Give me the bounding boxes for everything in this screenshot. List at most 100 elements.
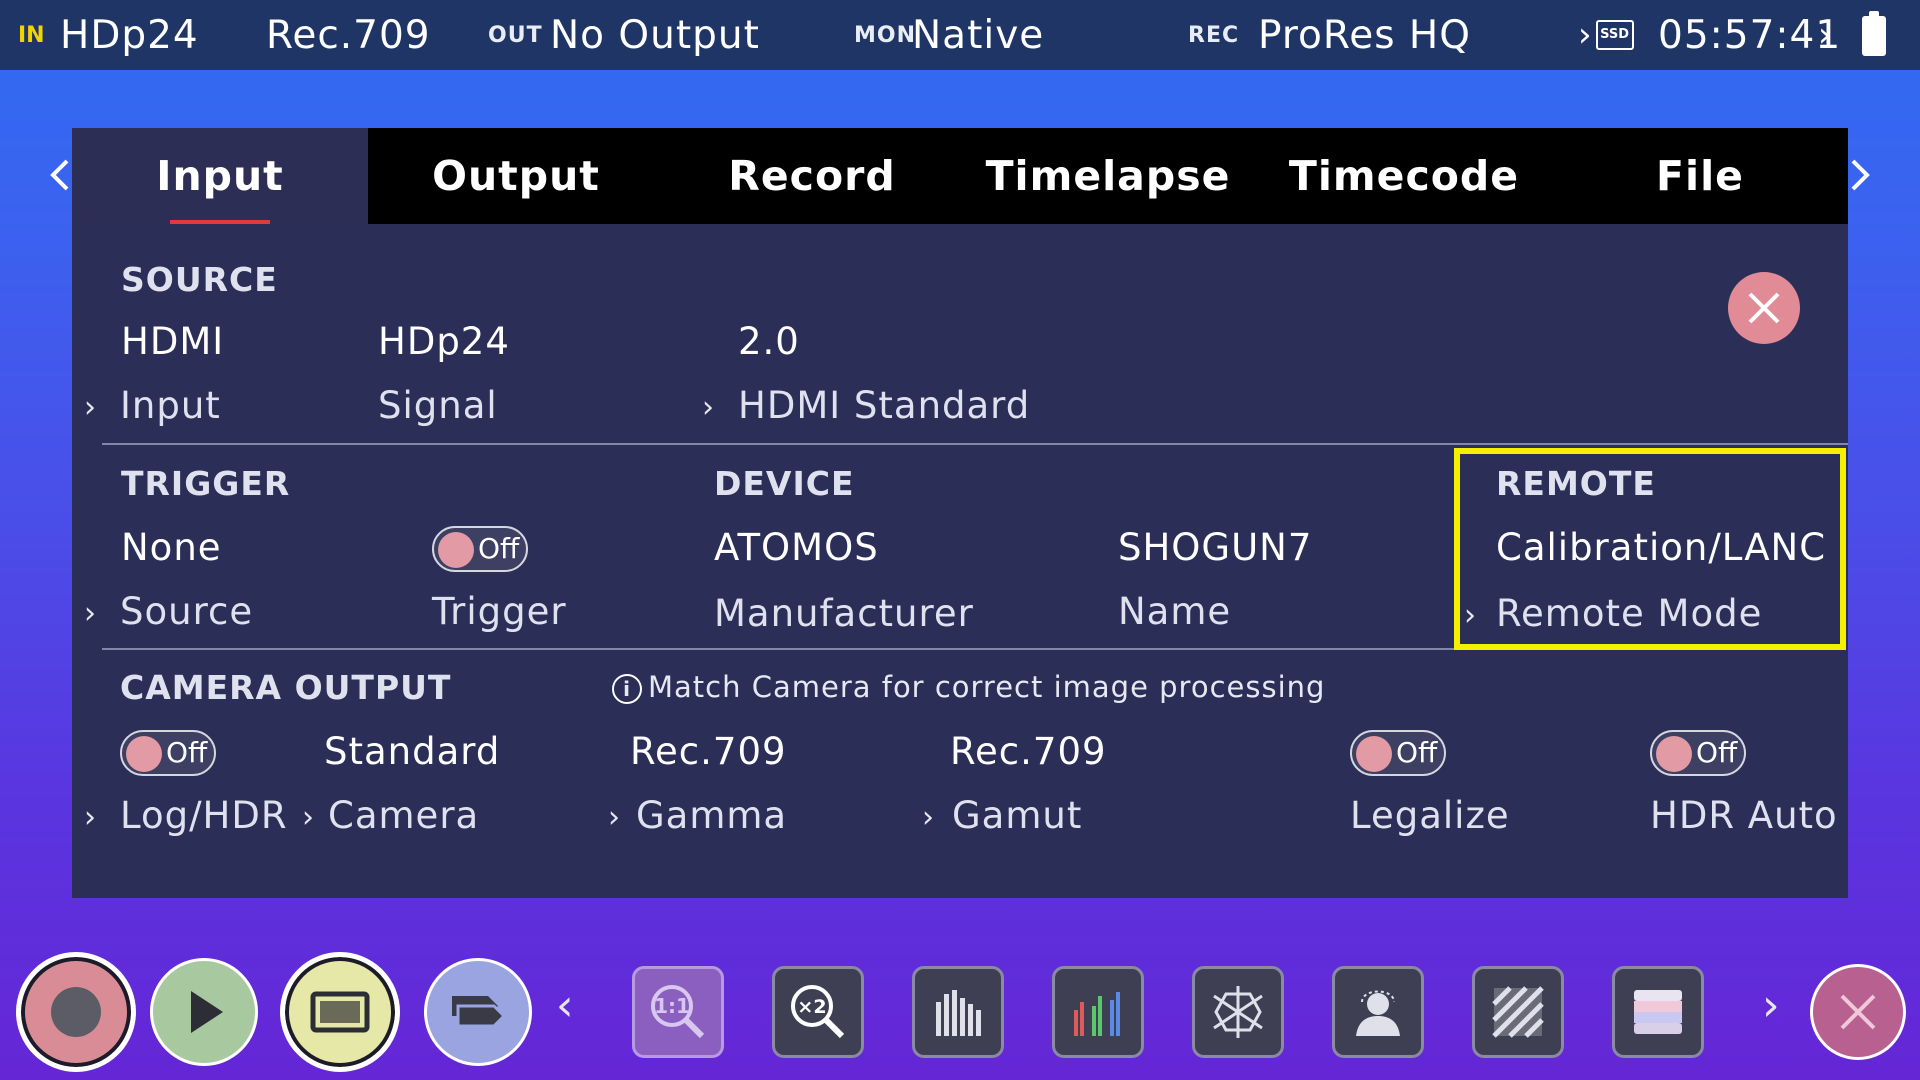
trigger-label: Trigger [432,590,567,633]
signal-label: Signal [378,384,498,427]
focus-peaking-icon [1356,990,1400,1036]
svg-text:1:1: 1:1 [654,994,690,1018]
toggle-knob [1356,736,1392,772]
input-setting-label[interactable]: Input [120,384,221,427]
trigger-title: TRIGGER [121,464,291,503]
output-label: OUT [488,22,543,48]
trigger-source-label[interactable]: Source [120,590,253,633]
input-format[interactable]: HDp24 [60,0,199,70]
vectorscope-icon [1213,986,1263,1038]
zoom-x2-icon: ×2 [791,985,845,1039]
false-color-icon [1634,990,1682,1034]
rgb-parade-icon [1074,992,1120,1036]
chevron-right-icon: › [302,800,314,835]
chevron-right-icon: › [922,800,934,835]
media-status[interactable]: › SSD [1578,0,1634,70]
rgb-parade-button[interactable] [1052,966,1144,1058]
status-bar: IN HDp24 Rec.709 OUT No Output MON Nativ… [0,0,1920,70]
toggle-state: Off [1696,736,1738,769]
legalize-label: Legalize [1350,794,1510,837]
device-name-value: SHOGUN7 [1118,526,1313,569]
false-color-button[interactable] [1612,966,1704,1058]
zoom-x2-button[interactable]: ×2 [772,966,864,1058]
hdr-auto-toggle[interactable]: Off [1650,730,1746,776]
monitor-mode-button[interactable] [280,952,400,1072]
device-title: DEVICE [714,464,855,503]
tab-record[interactable]: Record [664,128,960,224]
toggle-state: Off [478,532,520,565]
remote-mode-label[interactable]: Remote Mode [1496,592,1762,635]
hdmi-standard-label[interactable]: HDMI Standard [738,384,1030,427]
log-hdr-toggle[interactable]: Off [120,730,216,776]
waveform-icon [936,990,981,1036]
tab-timecode[interactable]: Timecode [1256,128,1552,224]
zebra-icon [1492,986,1544,1038]
timecode-display[interactable]: 05:57:41 [1658,0,1841,70]
toolbar-prev-arrow[interactable]: ‹ [556,980,574,1031]
toggle-knob [126,736,162,772]
tab-timelapse[interactable]: Timelapse [960,128,1256,224]
trigger-source-value[interactable]: None [121,526,222,569]
gamma-value[interactable]: Rec.709 [630,730,787,773]
zoom-1-1-button[interactable]: 1:1 [632,966,724,1058]
camera-value[interactable]: Standard [324,730,500,773]
chevron-right-icon[interactable]: › [1818,0,1832,70]
hdmi-standard-value[interactable]: 2.0 [738,320,800,363]
rec-label: REC [1188,22,1240,48]
divider [102,443,1848,445]
chevron-left-icon [50,159,69,191]
close-toolbar-button[interactable] [1810,964,1906,1060]
zebra-button[interactable] [1472,966,1564,1058]
chevron-right-icon: › [84,390,96,425]
remote-mode-value[interactable]: Calibration/LANC [1496,526,1826,569]
chevron-right-icon: › [84,596,96,631]
monitor-icon [310,991,370,1033]
ssd-icon: SSD [1595,20,1634,50]
gamut-value[interactable]: Rec.709 [950,730,1107,773]
tags-icon [452,996,507,1028]
svg-text:×2: ×2 [797,996,826,1018]
close-panel-button[interactable] [1728,272,1800,344]
tab-input[interactable]: Input [72,128,368,224]
close-icon [1748,292,1780,324]
camera-output-title: CAMERA OUTPUT [120,668,452,707]
play-button[interactable] [150,958,258,1066]
tab-file[interactable]: File [1552,128,1848,224]
chevron-right-icon: › [1578,15,1592,55]
manufacturer-label: Manufacturer [714,592,974,635]
chevron-right-icon: › [1464,598,1476,633]
monitor-label: MON [854,22,917,48]
focus-peaking-button[interactable] [1332,966,1424,1058]
close-icon [1840,994,1876,1030]
divider [102,648,1454,650]
rec-codec[interactable]: ProRes HQ [1258,0,1471,70]
zoom-1-1-icon: 1:1 [651,985,705,1039]
tab-bar: Input Output Record Timelapse Timecode F… [72,128,1848,224]
remote-title: REMOTE [1496,464,1656,503]
chevron-right-icon: › [702,390,714,425]
chevron-right-icon: › [608,800,620,835]
vectorscope-button[interactable] [1192,966,1284,1058]
input-label: IN [18,22,45,48]
input-value[interactable]: HDMI [121,320,224,363]
signal-value: HDp24 [378,320,510,363]
output-value[interactable]: No Output [550,0,760,70]
record-button[interactable] [16,952,136,1072]
gamut-label[interactable]: Gamut [952,794,1082,837]
source-title: SOURCE [121,260,278,299]
tab-output[interactable]: Output [368,128,664,224]
toolbar-next-arrow[interactable]: › [1762,980,1780,1031]
camera-label[interactable]: Camera [328,794,479,837]
monitor-value[interactable]: Native [912,0,1044,70]
device-name-label: Name [1118,590,1232,633]
settings-panel: Input Output Record Timelapse Timecode F… [72,128,1848,898]
gamma-label[interactable]: Gamma [636,794,787,837]
log-hdr-label[interactable]: Log/HDR [120,794,288,837]
hdr-auto-label: HDR Auto [1650,794,1838,837]
waveform-button[interactable] [912,966,1004,1058]
tags-button[interactable] [424,958,532,1066]
legalize-toggle[interactable]: Off [1350,730,1446,776]
trigger-toggle[interactable]: Off [432,526,528,572]
input-colorspace[interactable]: Rec.709 [266,0,431,70]
toggle-state: Off [1396,736,1438,769]
